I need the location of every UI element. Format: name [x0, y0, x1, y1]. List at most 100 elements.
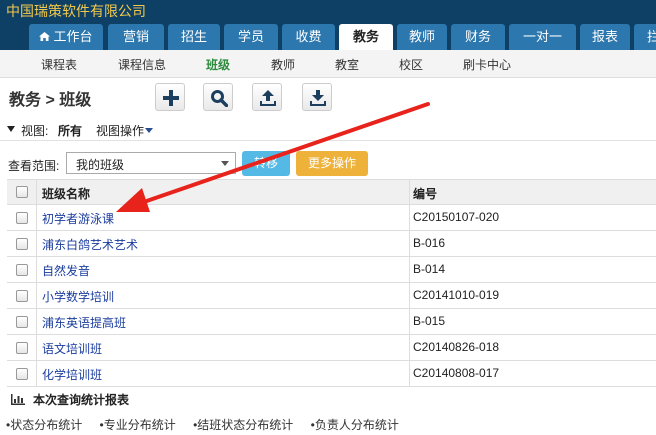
tab-students[interactable]: 学员 — [224, 24, 278, 50]
company-name: 中国瑞策软件有限公司 — [6, 3, 146, 19]
table-row: 浦东白鸽艺术艺术 B-016 — [7, 231, 656, 257]
class-code: B-015 — [413, 314, 446, 328]
view-menu-label: 视图操作 — [96, 124, 145, 138]
tab-workbench[interactable]: 工作台 — [29, 24, 103, 50]
page-title: 教务 > 班级 — [9, 92, 92, 109]
class-code: C20140826-018 — [413, 340, 500, 354]
class-name-link[interactable]: 小学数学培训 — [42, 288, 114, 305]
tab-label: 工作台 — [53, 29, 93, 44]
sub-nav: 课程表 课程信息 班级 教师 教室 校区 刷卡中心 — [0, 50, 656, 78]
scope-label: 查看范围: — [8, 159, 60, 173]
row-check-cell — [7, 257, 37, 282]
table-row: 小学数学培训 C20141010-019 — [7, 283, 656, 309]
column-divider — [409, 283, 410, 308]
chevron-down-icon — [221, 161, 229, 166]
row-checkbox[interactable] — [16, 238, 28, 250]
bar-chart-icon — [11, 394, 25, 405]
search-button[interactable] — [203, 83, 233, 111]
stats-links: •状态分布统计 •专业分布统计 •结班状态分布统计 •负责人分布统计 — [6, 416, 413, 433]
header-class-name[interactable]: 班级名称 — [42, 185, 90, 202]
scope-select[interactable]: 我的班级 — [66, 152, 236, 174]
row-check-cell — [7, 231, 37, 256]
plus-icon — [163, 90, 179, 106]
view-current[interactable]: 所有 — [58, 122, 82, 139]
row-check-cell — [7, 309, 37, 334]
subnav-campus[interactable]: 校区 — [399, 56, 423, 73]
subnav-course-info[interactable]: 课程信息 — [118, 56, 166, 73]
tab-billing[interactable]: 收费 — [282, 24, 335, 50]
table-row: 初学者游泳课 C20150107-020 — [7, 205, 656, 231]
upload-icon — [260, 90, 276, 106]
stats-title-text: 本次查询统计报表 — [33, 393, 130, 407]
row-checkbox[interactable] — [16, 342, 28, 354]
subnav-schedule[interactable]: 课程表 — [41, 56, 77, 73]
table-row: 语文培训班 C20140826-018 — [7, 335, 656, 361]
class-name-link[interactable]: 化学培训班 — [42, 366, 102, 383]
select-all-cell — [7, 180, 37, 204]
class-code: B-016 — [413, 236, 446, 250]
class-code: C20150107-020 — [413, 210, 500, 224]
row-checkbox[interactable] — [16, 212, 28, 224]
column-divider — [409, 309, 410, 334]
class-code: B-014 — [413, 262, 446, 276]
row-checkbox[interactable] — [16, 264, 28, 276]
column-divider — [409, 231, 410, 256]
stats-link-status[interactable]: •状态分布统计 — [6, 418, 82, 432]
tab-academic[interactable]: 教务 — [339, 24, 393, 50]
add-button[interactable] — [155, 83, 185, 111]
scope-select-value: 我的班级 — [76, 158, 125, 172]
tab-marketing[interactable]: 营销 — [108, 24, 164, 50]
column-divider — [409, 335, 410, 360]
home-icon — [39, 32, 51, 41]
subnav-card-center[interactable]: 刷卡中心 — [463, 56, 511, 73]
subnav-classes[interactable]: 班级 — [206, 56, 230, 73]
class-name-link[interactable]: 语文培训班 — [42, 340, 102, 357]
tab-more[interactable]: 拦 — [634, 24, 656, 50]
class-table: 班级名称 编号 初学者游泳课 C20150107-020 浦东白鸽艺术艺术 B-… — [7, 179, 656, 387]
transfer-button[interactable]: 转移 — [242, 151, 290, 176]
top-header: 中国瑞策软件有限公司 工作台 营销 招生 学员 收费 教务 教师 财务 一对一 … — [0, 0, 656, 50]
search-icon — [211, 90, 228, 107]
stats-link-owner[interactable]: •负责人分布统计 — [311, 418, 399, 432]
row-checkbox[interactable] — [16, 368, 28, 380]
column-divider — [409, 205, 410, 230]
view-bar: 视图: 所有 视图操作 — [0, 119, 656, 141]
tab-teachers[interactable]: 教师 — [397, 24, 447, 50]
class-name-link[interactable]: 浦东白鸽艺术艺术 — [42, 236, 138, 253]
stats-report-title: 本次查询统计报表 — [11, 391, 129, 408]
table-header: 班级名称 编号 — [7, 180, 656, 205]
row-checkbox[interactable] — [16, 316, 28, 328]
table-row: 浦东英语提高班 B-015 — [7, 309, 656, 335]
subnav-classrooms[interactable]: 教室 — [335, 56, 359, 73]
stats-link-major[interactable]: •专业分布统计 — [100, 418, 176, 432]
row-check-cell — [7, 205, 37, 230]
class-name-link[interactable]: 自然发音 — [42, 262, 90, 279]
export-button[interactable] — [302, 83, 332, 111]
stats-link-closing-status[interactable]: •结班状态分布统计 — [193, 418, 293, 432]
class-name-link[interactable]: 初学者游泳课 — [42, 210, 114, 227]
caret-down-icon — [145, 128, 154, 133]
class-code: C20141010-019 — [413, 288, 500, 302]
class-name-link[interactable]: 浦东英语提高班 — [42, 314, 126, 331]
more-actions-button[interactable]: 更多操作 — [296, 151, 368, 176]
select-all-checkbox[interactable] — [16, 186, 28, 198]
table-row: 自然发音 B-014 — [7, 257, 656, 283]
main-tabs: 工作台 营销 招生 学员 收费 教务 教师 财务 一对一 报表 拦 — [0, 24, 656, 50]
tab-enrollment[interactable]: 招生 — [168, 24, 220, 50]
row-check-cell — [7, 283, 37, 308]
filter-icon — [7, 126, 15, 132]
tab-finance[interactable]: 财务 — [451, 24, 505, 50]
row-check-cell — [7, 361, 37, 386]
table-row: 化学培训班 C20140808-017 — [7, 361, 656, 387]
tab-one-on-one[interactable]: 一对一 — [509, 24, 576, 50]
row-checkbox[interactable] — [16, 290, 28, 302]
view-menu[interactable]: 视图操作 — [96, 122, 154, 139]
subnav-teachers[interactable]: 教师 — [271, 56, 295, 73]
import-button[interactable] — [252, 83, 282, 111]
tab-reports[interactable]: 报表 — [580, 24, 630, 50]
column-divider — [409, 180, 410, 204]
header-code[interactable]: 编号 — [413, 185, 437, 202]
view-label: 视图: — [21, 124, 49, 138]
row-check-cell — [7, 335, 37, 360]
class-code: C20140808-017 — [413, 366, 500, 380]
